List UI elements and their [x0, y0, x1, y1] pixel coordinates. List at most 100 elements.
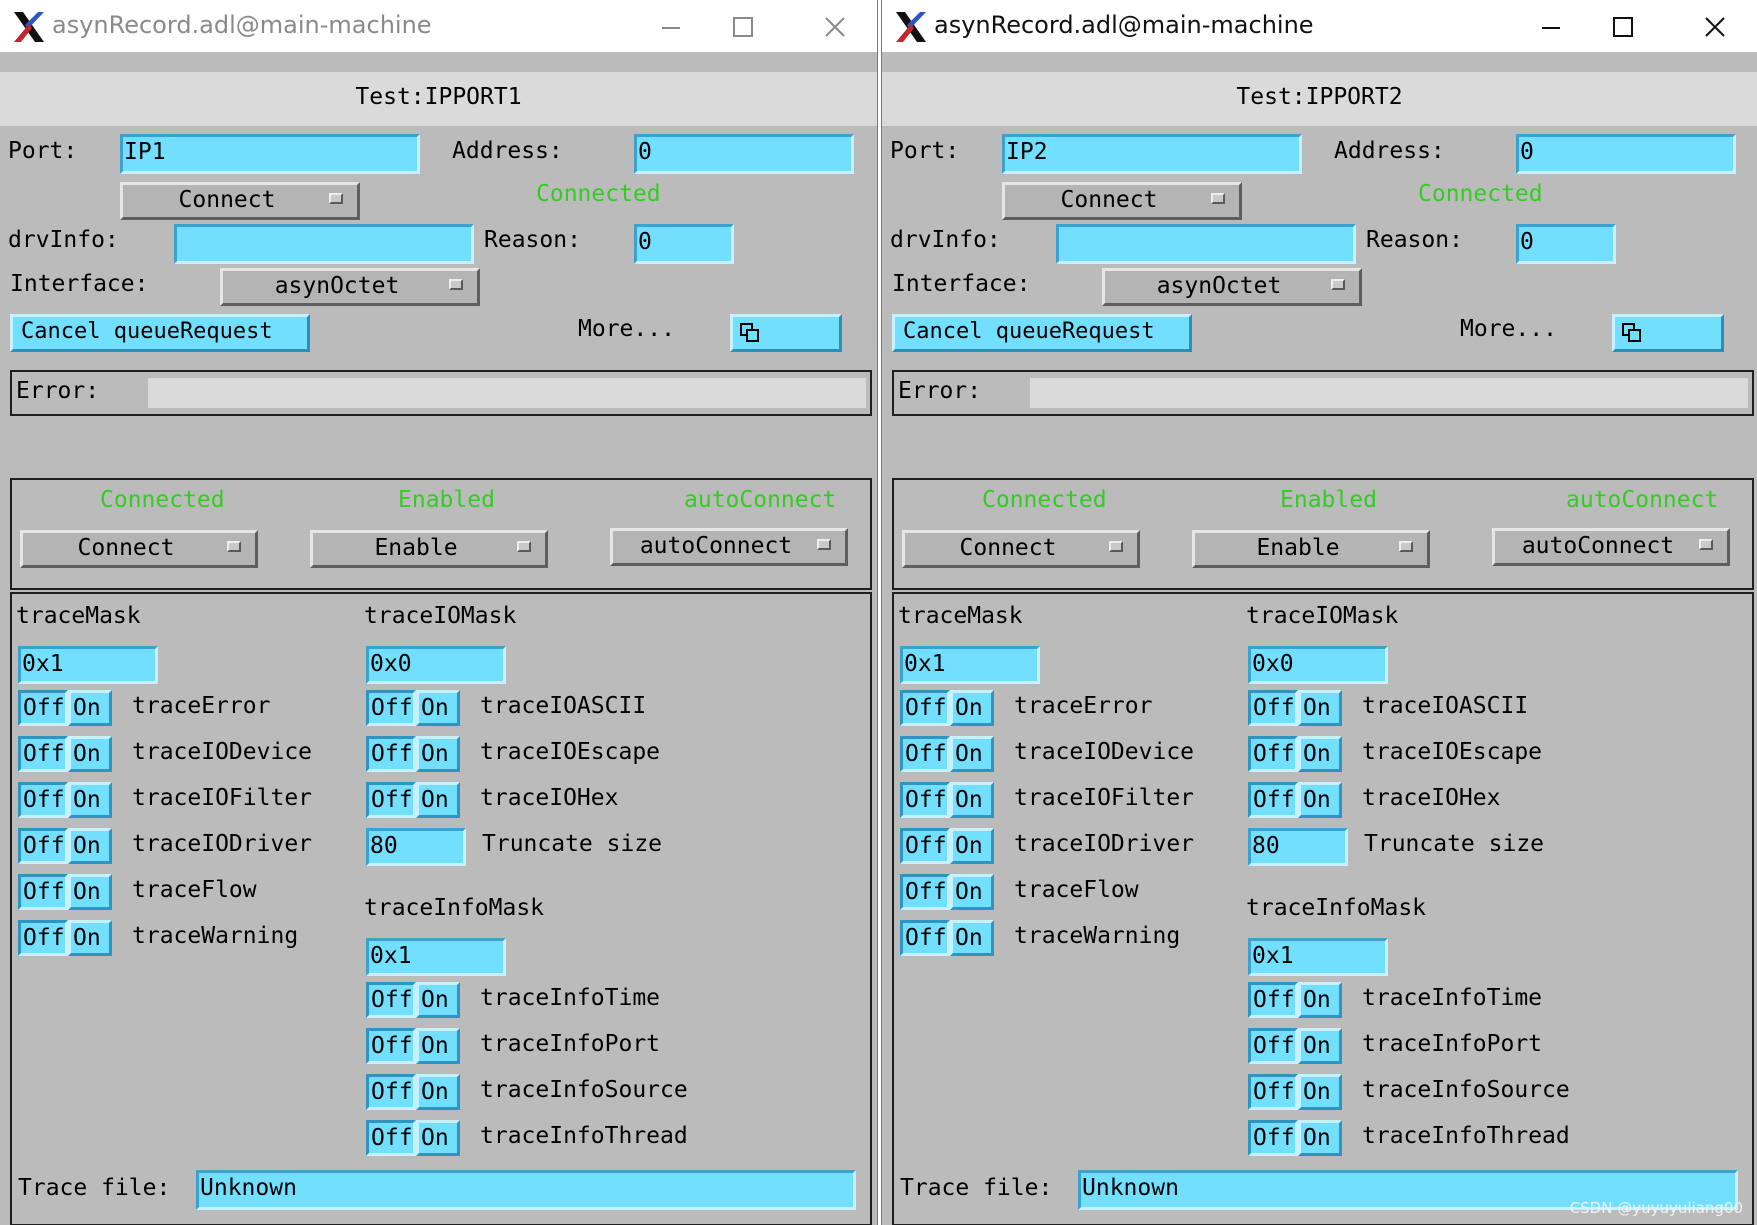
- connection-status: Connected: [536, 181, 661, 207]
- off-button[interactable]: Off: [366, 736, 416, 772]
- off-button[interactable]: Off: [900, 828, 950, 864]
- enabled-status: Enabled: [398, 487, 495, 513]
- on-button[interactable]: On: [416, 1028, 460, 1064]
- truncate-size-field[interactable]: 80: [366, 828, 466, 866]
- off-button[interactable]: Off: [900, 920, 950, 956]
- maximize-button[interactable]: [723, 6, 763, 46]
- truncate-size-field[interactable]: 80: [1248, 828, 1348, 866]
- tracemask-label: traceMask: [898, 603, 1023, 629]
- off-button[interactable]: Off: [366, 1074, 416, 1110]
- on-button[interactable]: On: [68, 690, 112, 726]
- off-button[interactable]: Off: [18, 828, 68, 864]
- enable-menu[interactable]: Enable: [1192, 530, 1430, 568]
- on-button[interactable]: On: [416, 736, 460, 772]
- off-button[interactable]: Off: [900, 690, 950, 726]
- on-button[interactable]: On: [1298, 1074, 1342, 1110]
- interface-menu[interactable]: asynOctet: [220, 268, 480, 306]
- on-button[interactable]: On: [68, 736, 112, 772]
- on-button[interactable]: On: [1298, 736, 1342, 772]
- traceinfomask-field[interactable]: 0x1: [1248, 938, 1388, 976]
- autoconnect-menu-label: autoConnect: [639, 533, 793, 559]
- on-button[interactable]: On: [68, 828, 112, 864]
- on-button[interactable]: On: [416, 1120, 460, 1156]
- off-button[interactable]: Off: [18, 690, 68, 726]
- window-titlebar[interactable]: asynRecord.adl@main-machine: [0, 0, 877, 52]
- on-button[interactable]: On: [1298, 1028, 1342, 1064]
- error-box: Error:: [10, 370, 872, 416]
- on-button[interactable]: On: [416, 690, 460, 726]
- off-button[interactable]: Off: [1248, 982, 1298, 1018]
- off-button[interactable]: Off: [18, 874, 68, 910]
- minimize-button[interactable]: [1531, 6, 1571, 46]
- on-button[interactable]: On: [950, 690, 994, 726]
- off-button[interactable]: Off: [366, 782, 416, 818]
- on-button[interactable]: On: [68, 782, 112, 818]
- off-button[interactable]: Off: [366, 1028, 416, 1064]
- on-button[interactable]: On: [68, 874, 112, 910]
- off-button[interactable]: Off: [18, 782, 68, 818]
- enable-menu[interactable]: Enable: [310, 530, 548, 568]
- trace-infotime-toggle: Off On: [366, 982, 460, 1018]
- off-button[interactable]: Off: [900, 736, 950, 772]
- on-button[interactable]: On: [950, 874, 994, 910]
- off-button[interactable]: Off: [1248, 1074, 1298, 1110]
- cancel-queuerequest-button[interactable]: Cancel queueRequest: [10, 314, 310, 352]
- on-button[interactable]: On: [950, 828, 994, 864]
- connect-control-menu[interactable]: Connect: [20, 530, 258, 568]
- on-button[interactable]: On: [1298, 690, 1342, 726]
- off-button[interactable]: Off: [366, 1120, 416, 1156]
- on-button[interactable]: On: [1298, 782, 1342, 818]
- on-button[interactable]: On: [416, 1074, 460, 1110]
- connect-control-menu[interactable]: Connect: [902, 530, 1140, 568]
- traceiomask-field[interactable]: 0x0: [366, 646, 506, 684]
- window-titlebar[interactable]: asynRecord.adl@main-machine: [882, 0, 1757, 52]
- on-button[interactable]: On: [950, 920, 994, 956]
- off-button[interactable]: Off: [366, 690, 416, 726]
- maximize-button[interactable]: [1603, 6, 1643, 46]
- cancel-queuerequest-button[interactable]: Cancel queueRequest: [892, 314, 1192, 352]
- off-button[interactable]: Off: [1248, 782, 1298, 818]
- address-field[interactable]: 0: [634, 134, 854, 174]
- close-button[interactable]: [815, 6, 855, 46]
- autoconnect-menu[interactable]: autoConnect: [610, 528, 848, 566]
- trace-ioescape-toggle: Off On: [366, 736, 460, 772]
- on-button[interactable]: On: [68, 920, 112, 956]
- connect-menu[interactable]: Connect: [120, 182, 360, 220]
- tracemask-field[interactable]: 0x1: [900, 646, 1040, 684]
- port-field[interactable]: IP2: [1002, 134, 1302, 174]
- traceinfomask-field[interactable]: 0x1: [366, 938, 506, 976]
- menu-indicator-icon: [1399, 541, 1413, 552]
- connect-menu[interactable]: Connect: [1002, 182, 1242, 220]
- on-button[interactable]: On: [1298, 1120, 1342, 1156]
- reason-field[interactable]: 0: [634, 224, 734, 264]
- on-button[interactable]: On: [416, 782, 460, 818]
- off-button[interactable]: Off: [366, 982, 416, 1018]
- off-button[interactable]: Off: [1248, 690, 1298, 726]
- address-field[interactable]: 0: [1516, 134, 1736, 174]
- off-button[interactable]: Off: [18, 736, 68, 772]
- more-related-display-button[interactable]: [1612, 314, 1724, 352]
- off-button[interactable]: Off: [18, 920, 68, 956]
- port-field[interactable]: IP1: [120, 134, 420, 174]
- traceiomask-field[interactable]: 0x0: [1248, 646, 1388, 684]
- off-button[interactable]: Off: [900, 874, 950, 910]
- reason-field[interactable]: 0: [1516, 224, 1616, 264]
- on-button[interactable]: On: [416, 982, 460, 1018]
- off-button[interactable]: Off: [900, 782, 950, 818]
- tracemask-field[interactable]: 0x1: [18, 646, 158, 684]
- off-button[interactable]: Off: [1248, 1028, 1298, 1064]
- minimize-button[interactable]: [651, 6, 691, 46]
- close-button[interactable]: [1695, 6, 1735, 46]
- on-button[interactable]: On: [950, 736, 994, 772]
- off-button[interactable]: Off: [1248, 1120, 1298, 1156]
- more-related-display-button[interactable]: [730, 314, 842, 352]
- drvinfo-field[interactable]: [174, 224, 474, 264]
- drvinfo-field[interactable]: [1056, 224, 1356, 264]
- off-button[interactable]: Off: [1248, 736, 1298, 772]
- on-button[interactable]: On: [1298, 982, 1342, 1018]
- trace-infosource-label: traceInfoSource: [480, 1077, 688, 1103]
- autoconnect-menu[interactable]: autoConnect: [1492, 528, 1730, 566]
- interface-menu[interactable]: asynOctet: [1102, 268, 1362, 306]
- trace-file-field[interactable]: Unknown: [196, 1170, 856, 1210]
- on-button[interactable]: On: [950, 782, 994, 818]
